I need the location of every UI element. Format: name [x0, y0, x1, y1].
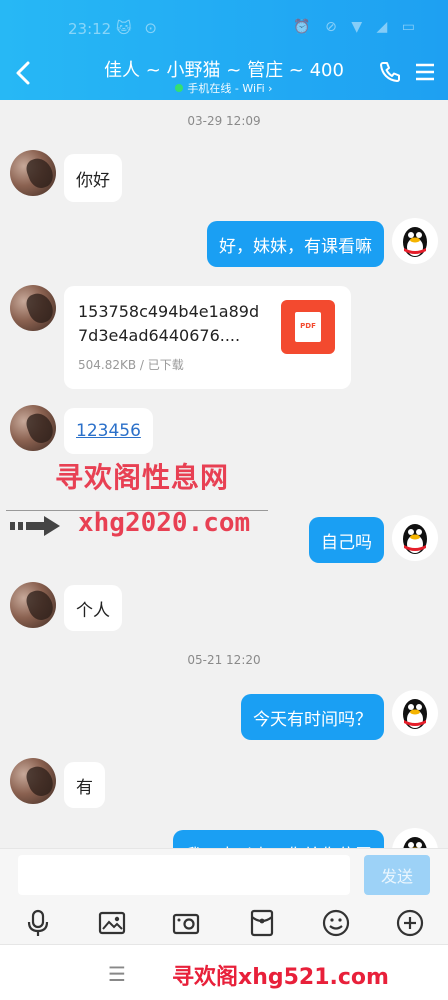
- nav-menu-icon[interactable]: ☰: [108, 962, 126, 986]
- status-time: 23:12: [68, 20, 112, 38]
- file-name: 153758c494b4e1a89d7d3e4ad6440676....: [78, 302, 260, 345]
- send-button[interactable]: 发送: [364, 855, 430, 895]
- message-bubble-in[interactable]: 个人: [64, 585, 122, 631]
- contact-avatar[interactable]: [10, 405, 56, 451]
- message-bubble-in[interactable]: 123456: [64, 408, 153, 454]
- watermark-arrow-icon: [10, 516, 60, 536]
- message-input[interactable]: [18, 855, 350, 895]
- contact-avatar[interactable]: [10, 285, 56, 331]
- online-status-label: 手机在线 - WiFi ›: [187, 82, 273, 95]
- contact-avatar[interactable]: [10, 150, 56, 196]
- online-dot-icon: [175, 84, 184, 92]
- message-list[interactable]: 03-29 12:09 你好 好，妹妹，有课看嘛 153758c494b4e1a…: [0, 100, 448, 848]
- message-bubble-out[interactable]: 自己吗: [309, 517, 384, 563]
- mic-icon[interactable]: [24, 909, 52, 937]
- watermark-url: xhg2020.com: [78, 508, 251, 538]
- message-bubble-in[interactable]: 有: [64, 762, 105, 808]
- contact-avatar[interactable]: [10, 758, 56, 804]
- my-avatar-penguin-icon[interactable]: [392, 515, 438, 561]
- my-avatar-penguin-icon[interactable]: [392, 828, 438, 848]
- camera-icon[interactable]: [172, 909, 200, 937]
- menu-icon[interactable]: [414, 62, 436, 82]
- image-icon[interactable]: [98, 909, 126, 937]
- message-link[interactable]: 123456: [76, 421, 141, 441]
- watermark-text: 寻欢阁性息网: [55, 461, 230, 494]
- message-bubble-in[interactable]: 你好: [64, 154, 122, 202]
- my-avatar-penguin-icon[interactable]: [392, 218, 438, 264]
- input-bar: 发送: [0, 848, 448, 944]
- system-nav-bar: ☰ 寻欢阁xhg521.com: [0, 944, 448, 1000]
- message-bubble-out[interactable]: 今天有时间吗？: [241, 694, 384, 740]
- contact-avatar[interactable]: [10, 582, 56, 628]
- message-bubble-out[interactable]: 我五点以上，你给你位置: [173, 830, 384, 848]
- file-meta: 504.82KB / 已下载: [78, 358, 184, 372]
- status-right-icons: ⏰ ⊘ ▼ ◢ ▭: [293, 19, 420, 35]
- my-avatar-penguin-icon[interactable]: [392, 690, 438, 736]
- plus-icon[interactable]: [396, 909, 424, 937]
- status-left-icons: 🐱 ⊙: [116, 19, 161, 37]
- emoji-icon[interactable]: [322, 909, 350, 937]
- chat-header: 23:12 🐱 ⊙ ⏰ ⊘ ▼ ◢ ▭ 佳人 ~ 小野猫 ~ 管庄 ~ 400 …: [0, 0, 448, 100]
- status-bar: 23:12 🐱 ⊙ ⏰ ⊘ ▼ ◢ ▭: [0, 0, 448, 58]
- timestamp: 03-29 12:09: [187, 114, 261, 128]
- message-bubble-out[interactable]: 好，妹妹，有课看嘛: [207, 221, 384, 267]
- pdf-file-icon: PDF: [281, 300, 335, 354]
- red-packet-icon[interactable]: [248, 909, 276, 937]
- phone-icon[interactable]: [378, 60, 402, 84]
- timestamp: 05-21 12:20: [187, 653, 261, 667]
- file-message[interactable]: 153758c494b4e1a89d7d3e4ad6440676.... 504…: [64, 286, 351, 389]
- watermark-bottom: 寻欢阁xhg521.com: [172, 965, 389, 990]
